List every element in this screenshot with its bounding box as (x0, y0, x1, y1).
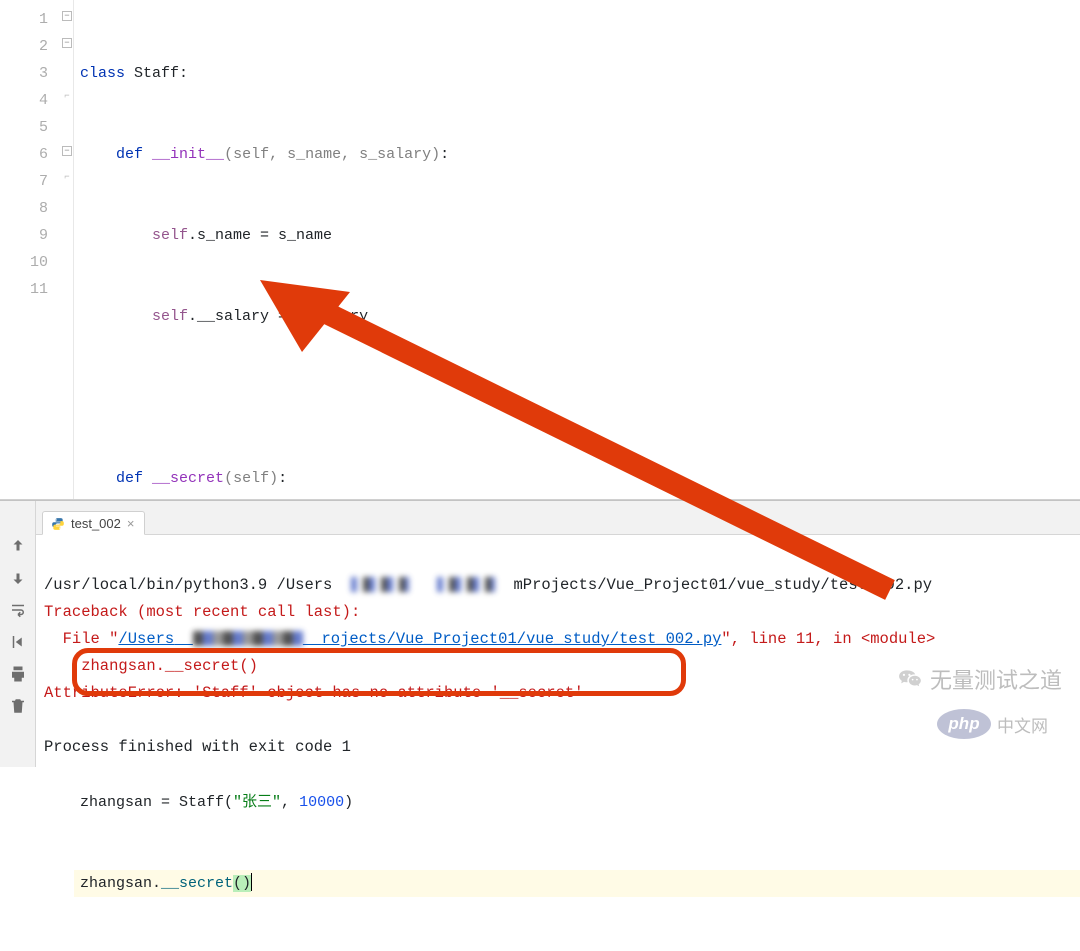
redacted-path (193, 631, 303, 646)
print-icon[interactable] (9, 665, 27, 683)
line-number: 9 (6, 222, 48, 249)
line-number: 10 (6, 249, 48, 276)
fold-end-icon: ⌐ (62, 92, 72, 102)
code-line-5[interactable] (74, 384, 1080, 411)
gutter: 1 2 3 4 5 6 7 8 9 10 11 (0, 0, 60, 499)
code-line-2[interactable]: def __init__(self, s_name, s_salary): (74, 141, 1080, 168)
arrow-down-icon[interactable] (9, 569, 27, 587)
console-cmd: /usr/local/bin/python3.9 /Users mProject… (44, 576, 932, 594)
run-content: test_002 × /usr/local/bin/python3.9 /Use… (36, 501, 1080, 767)
code-line-10[interactable]: zhangsan = Staff("张三", 10000) (74, 789, 1080, 816)
line-number: 3 (6, 60, 48, 87)
traceback-code: zhangsan.__secret() (44, 657, 258, 675)
line-number: 7 (6, 168, 48, 195)
close-icon[interactable]: × (127, 516, 135, 531)
fold-column: − − ⌐ − ⌐ (60, 0, 74, 499)
arrow-up-icon[interactable] (9, 537, 27, 555)
traceback-header: Traceback (most recent call last): (44, 603, 360, 621)
line-number: 4 (6, 87, 48, 114)
fold-toggle[interactable]: − (62, 11, 72, 21)
traceback-link[interactable]: /Users rojects/Vue_Project01/vue_study/t… (118, 630, 721, 648)
trash-icon[interactable] (9, 697, 27, 715)
scroll-to-end-icon[interactable] (9, 633, 27, 651)
redacted-path (437, 577, 495, 592)
line-number: 1 (6, 6, 48, 33)
run-tab[interactable]: test_002 × (42, 511, 145, 535)
python-file-icon (51, 517, 65, 531)
code-editor[interactable]: 1 2 3 4 5 6 7 8 9 10 11 − − ⌐ − ⌐ class … (0, 0, 1080, 500)
code-area[interactable]: class Staff: def __init__(self, s_name, … (74, 0, 1080, 499)
fold-end-icon: ⌐ (62, 173, 72, 183)
code-line-3[interactable]: self.s_name = s_name (74, 222, 1080, 249)
redacted-path (351, 577, 409, 592)
fold-toggle[interactable]: − (62, 38, 72, 48)
code-line-6[interactable]: def __secret(self): (74, 465, 1080, 492)
run-tab-bar: test_002 × (36, 501, 1080, 535)
run-panel: test_002 × /usr/local/bin/python3.9 /Use… (0, 500, 1080, 767)
code-line-1[interactable]: class Staff: (74, 60, 1080, 87)
line-number: 2 (6, 33, 48, 60)
code-line-11[interactable]: zhangsan.__secret() (74, 870, 1080, 897)
run-tool-column (0, 501, 36, 767)
text-caret (251, 873, 252, 891)
fold-toggle[interactable]: − (62, 146, 72, 156)
traceback-file: File "/Users rojects/Vue_Project01/vue_s… (44, 630, 935, 648)
line-number: 11 (6, 276, 48, 303)
line-number: 5 (6, 114, 48, 141)
code-line-4[interactable]: self.__salary = s_salary (74, 303, 1080, 330)
traceback-error: AttributeError: 'Staff' object has no at… (44, 684, 584, 702)
line-number: 8 (6, 195, 48, 222)
soft-wrap-icon[interactable] (9, 601, 27, 619)
console-output[interactable]: /usr/local/bin/python3.9 /Users mProject… (36, 535, 1080, 767)
run-tab-label: test_002 (71, 516, 121, 531)
line-number: 6 (6, 141, 48, 168)
exit-status: Process finished with exit code 1 (44, 738, 351, 756)
